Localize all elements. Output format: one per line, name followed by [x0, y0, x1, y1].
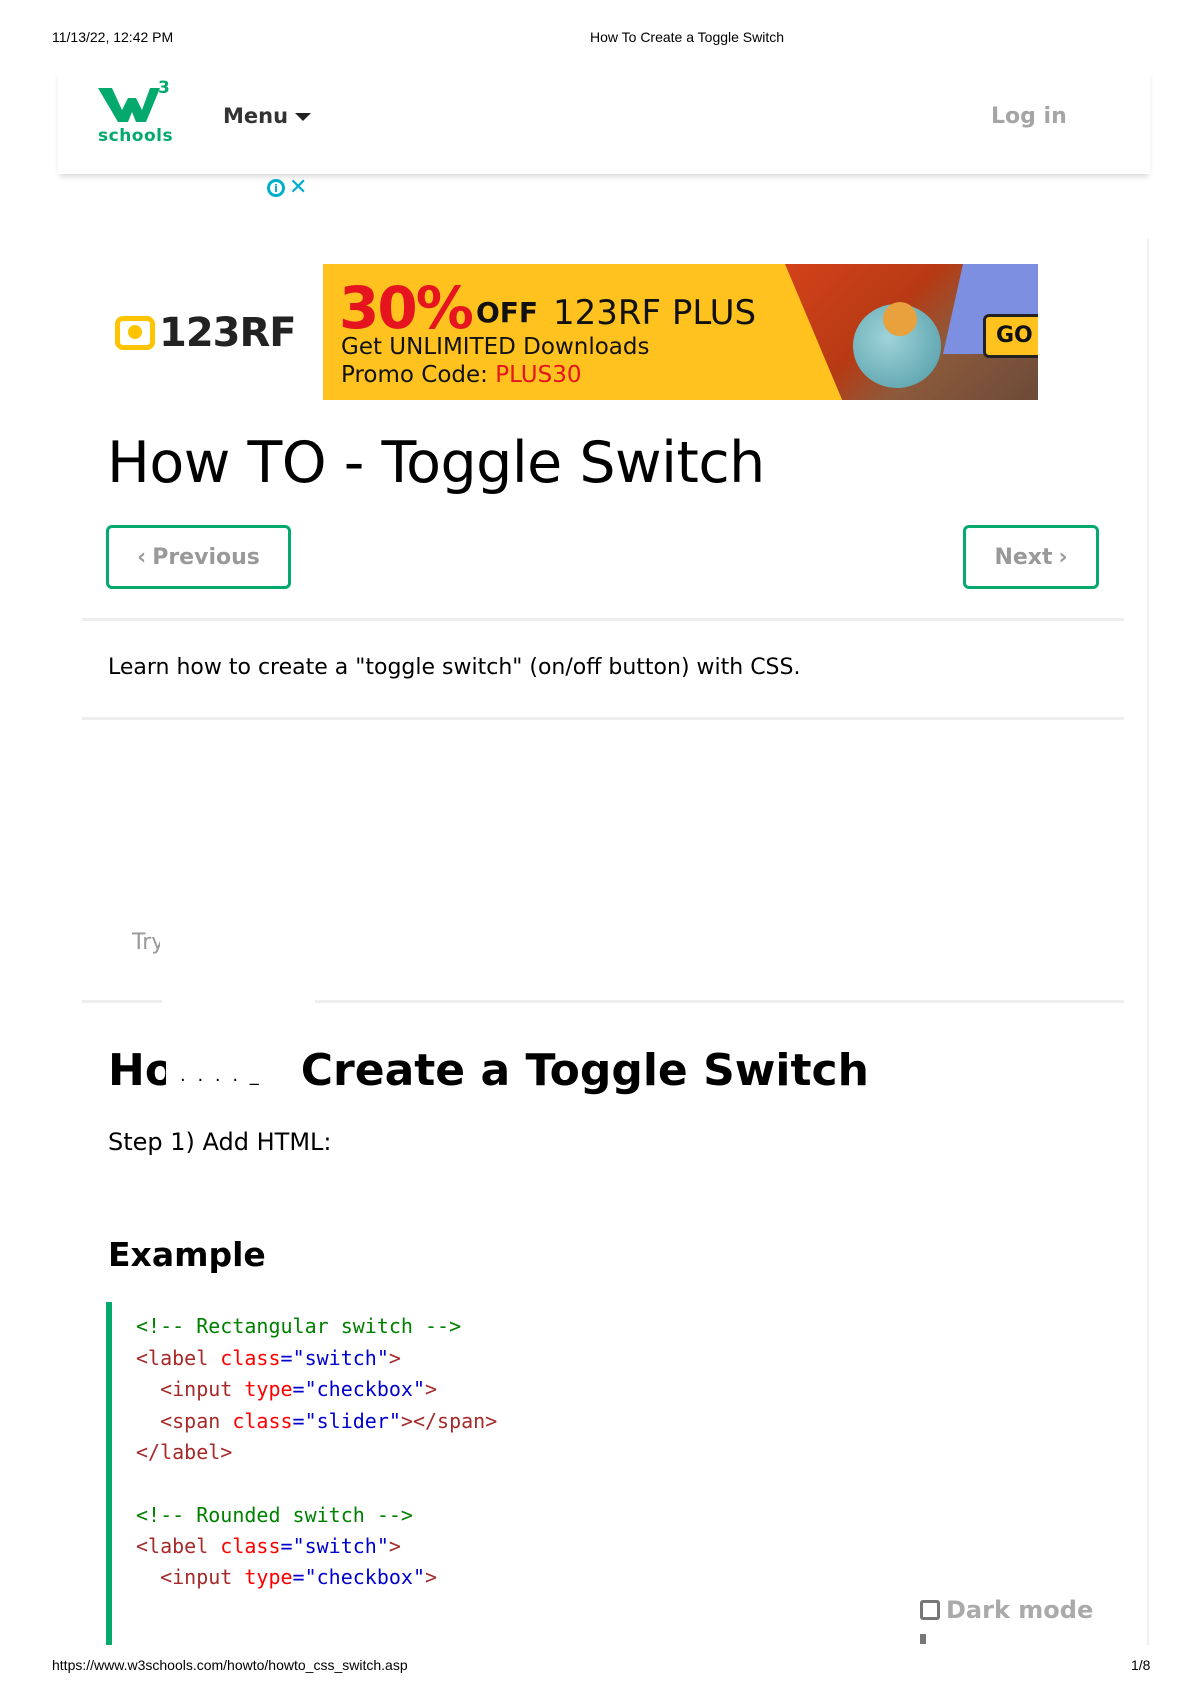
dark-mode-toggle[interactable]: Dark mode [920, 1596, 1093, 1624]
code-line: </label> [136, 1440, 232, 1464]
code-token-val: "checkbox" [304, 1565, 426, 1589]
step-1-text: Step 1) Add HTML: [108, 1128, 332, 1156]
code-token-punct: = [292, 1565, 305, 1589]
dark-mode-label: Dark mode [946, 1596, 1094, 1624]
code-token-comment: <!-- Rectangular switch --> [136, 1314, 462, 1338]
print-footer: https://www.w3schools.com/howto/howto_cs… [0, 1657, 1200, 1677]
code-line: <!-- Rectangular switch --> [136, 1314, 461, 1338]
code-token-tag: <input [136, 1565, 245, 1589]
code-token-attr: class [220, 1346, 281, 1370]
w3schools-logo[interactable]: 3 schools [98, 78, 174, 150]
code-token-tag: > [425, 1565, 438, 1589]
code-token-tag: > [388, 1346, 401, 1370]
ad-promo-label: Promo Code: [341, 362, 496, 388]
ad-cta-button[interactable]: GO [983, 314, 1038, 358]
occlusion [166, 1045, 291, 1091]
ad-promo-code: PLUS30 [495, 362, 582, 388]
previous-button[interactable]: ‹ Previous [106, 525, 291, 589]
code-token-tag: <label [136, 1346, 221, 1370]
menu-button[interactable]: Menu [223, 104, 312, 128]
ad-controls: i ✕ [267, 177, 307, 199]
code-line: <input type="checkbox"> [136, 1565, 437, 1589]
page-title: How TO - Toggle Switch [107, 430, 765, 496]
code-token-val: "switch" [292, 1346, 389, 1370]
code-line: <input type="checkbox"> [136, 1377, 437, 1401]
code-token-attr: class [232, 1409, 293, 1433]
code-token-punct: = [292, 1377, 305, 1401]
code-token-attr: type [244, 1377, 293, 1401]
code-token-tag: </label> [136, 1440, 233, 1464]
code-token-punct: = [280, 1534, 293, 1558]
example-heading: Example [108, 1235, 266, 1274]
print-url: https://www.w3schools.com/howto/howto_cs… [52, 1657, 408, 1673]
content-border [1147, 238, 1149, 1648]
next-label: Next [994, 544, 1053, 570]
caret-down-icon [295, 113, 312, 121]
ad-close-icon[interactable]: ✕ [289, 177, 307, 199]
code-token-attr: type [244, 1565, 293, 1589]
login-button[interactable]: Log in [991, 104, 1067, 129]
code-token-tag: <input [136, 1377, 245, 1401]
chevron-left-icon: ‹ [137, 544, 147, 570]
print-title: How To Create a Toggle Switch [590, 29, 785, 45]
ad-fish-image [883, 302, 917, 336]
code-example: <!-- Rectangular switch --> <label class=… [106, 1302, 1146, 1646]
divider [82, 1000, 162, 1003]
code-token-val: "switch" [292, 1534, 389, 1558]
occlusion [160, 920, 315, 1006]
code-token-comment: <!-- Rounded switch --> [136, 1503, 413, 1527]
ad-line2: Get UNLIMITED Downloads [341, 334, 650, 360]
code-token-tag: > [388, 1534, 401, 1558]
ad-discount: 30% [339, 274, 474, 342]
code-token-tag: <label [136, 1534, 221, 1558]
ad-banner[interactable]: 30% OFF 123RF PLUS Get UNLIMITED Downloa… [323, 264, 1038, 400]
logo-superscript: 3 [158, 78, 170, 98]
code-token-tag: <span [136, 1409, 233, 1433]
ad-off: OFF [476, 296, 539, 329]
code-line: <!-- Rounded switch --> [136, 1503, 413, 1527]
code-token-tag: ></span> [400, 1409, 498, 1433]
code-token-punct: = [280, 1346, 293, 1370]
chevron-right-icon: › [1058, 544, 1068, 570]
print-datetime: 11/13/22, 12:42 PM [52, 29, 174, 45]
top-navigation: 3 schools Menu Log in [58, 70, 1150, 174]
divider [315, 1000, 1124, 1003]
checkbox-icon [920, 1600, 940, 1620]
intro-text: Learn how to create a "toggle switch" (o… [108, 655, 801, 680]
code-line: <label class="switch"> [136, 1534, 401, 1558]
code-line: <label class="switch"> [136, 1346, 401, 1370]
ad-product: 123RF PLUS [553, 293, 757, 333]
print-page-number: 1/8 [1131, 1657, 1151, 1673]
camera-icon [115, 316, 155, 350]
ad-brand-logo[interactable]: 123RF [115, 310, 297, 356]
logo-text: schools [98, 126, 174, 146]
divider [82, 717, 1124, 720]
code-line: <span class="slider"></span> [136, 1409, 497, 1433]
ad-promo: Promo Code: PLUS30 [341, 362, 581, 388]
code-token-val: "checkbox" [304, 1377, 426, 1401]
code-token-val: "slider" [304, 1409, 401, 1433]
dark-code-toggle-partial[interactable] [920, 1634, 1160, 1644]
print-header: 11/13/22, 12:42 PM How To Create a Toggl… [0, 29, 1200, 49]
menu-label: Menu [223, 104, 289, 128]
checkbox-icon [920, 1634, 926, 1644]
divider [82, 618, 1124, 621]
w3-logo-icon [98, 88, 160, 122]
ad-info-icon[interactable]: i [267, 179, 285, 197]
code-token-punct: = [292, 1409, 305, 1433]
next-button[interactable]: Next › [963, 525, 1099, 589]
ad-brand-name: 123RF [159, 310, 297, 356]
previous-label: Previous [152, 544, 260, 570]
code-token-attr: class [220, 1534, 281, 1558]
code-token-tag: > [425, 1377, 438, 1401]
